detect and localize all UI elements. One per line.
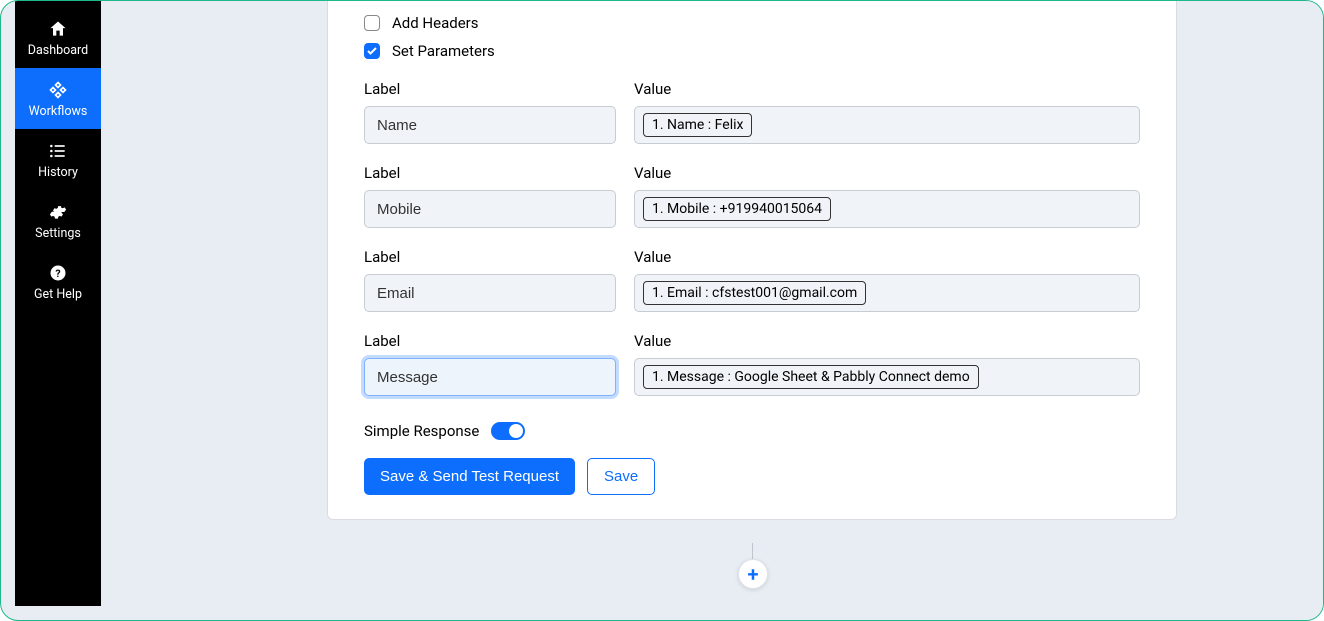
param-value-box-1[interactable]: 1. Mobile : +919940015064 <box>634 190 1140 228</box>
param-label-input-2[interactable] <box>364 274 616 312</box>
value-chip: 1. Name : Felix <box>643 113 752 137</box>
home-icon <box>48 19 68 39</box>
value-chip: 1. Mobile : +919940015064 <box>643 197 831 221</box>
sidebar-item-get-help[interactable]: ? Get Help <box>15 251 101 312</box>
simple-response-label: Simple Response <box>364 422 479 440</box>
value-header: Value <box>634 80 1140 98</box>
value-header: Value <box>634 332 1140 350</box>
simple-response-toggle[interactable] <box>491 422 525 440</box>
param-label-input-3[interactable] <box>364 358 616 396</box>
sidebar-item-workflows[interactable]: Workflows <box>15 68 101 129</box>
label-header: Label <box>364 332 616 350</box>
value-header: Value <box>634 248 1140 266</box>
toggle-knob <box>509 424 523 438</box>
value-header: Value <box>634 164 1140 182</box>
list-icon <box>48 141 68 161</box>
add-headers-checkbox[interactable] <box>364 15 380 31</box>
action-card: Add Headers Set Parameters Label Value 1… <box>327 1 1177 520</box>
param-value-box-3[interactable]: 1. Message : Google Sheet & Pabbly Conne… <box>634 358 1140 396</box>
workflows-icon <box>48 80 68 100</box>
set-parameters-label: Set Parameters <box>392 42 495 60</box>
canvas-area: Add Headers Set Parameters Label Value 1… <box>101 1 1323 620</box>
param-value-box-2[interactable]: 1. Email : cfstest001@gmail.com <box>634 274 1140 312</box>
help-icon: ? <box>48 263 68 283</box>
sidebar-item-label: History <box>38 165 78 180</box>
param-label-input-0[interactable] <box>364 106 616 144</box>
sidebar-item-label: Get Help <box>34 287 82 302</box>
add-headers-label: Add Headers <box>392 14 478 32</box>
param-value-box-0[interactable]: 1. Name : Felix <box>634 106 1140 144</box>
label-header: Label <box>364 164 616 182</box>
plus-icon: + <box>748 562 759 586</box>
add-step-button[interactable]: + <box>738 559 768 589</box>
value-chip: 1. Email : cfstest001@gmail.com <box>643 281 866 305</box>
sidebar-item-settings[interactable]: Settings <box>15 190 101 251</box>
sidebar-item-history[interactable]: History <box>15 129 101 190</box>
save-send-test-request-button[interactable]: Save & Send Test Request <box>364 458 575 495</box>
save-button[interactable]: Save <box>587 458 655 495</box>
sidebar-item-label: Workflows <box>29 104 88 119</box>
label-header: Label <box>364 80 616 98</box>
label-header: Label <box>364 248 616 266</box>
sidebar-item-dashboard[interactable]: Dashboard <box>15 7 101 68</box>
sidebar: Dashboard Workflows History Settings ? G… <box>15 1 101 606</box>
value-chip: 1. Message : Google Sheet & Pabbly Conne… <box>643 365 979 389</box>
sidebar-item-label: Settings <box>35 226 81 241</box>
svg-text:?: ? <box>55 267 60 280</box>
sidebar-item-label: Dashboard <box>28 43 88 58</box>
set-parameters-checkbox[interactable] <box>364 43 380 59</box>
param-label-input-1[interactable] <box>364 190 616 228</box>
gear-icon <box>48 202 68 222</box>
